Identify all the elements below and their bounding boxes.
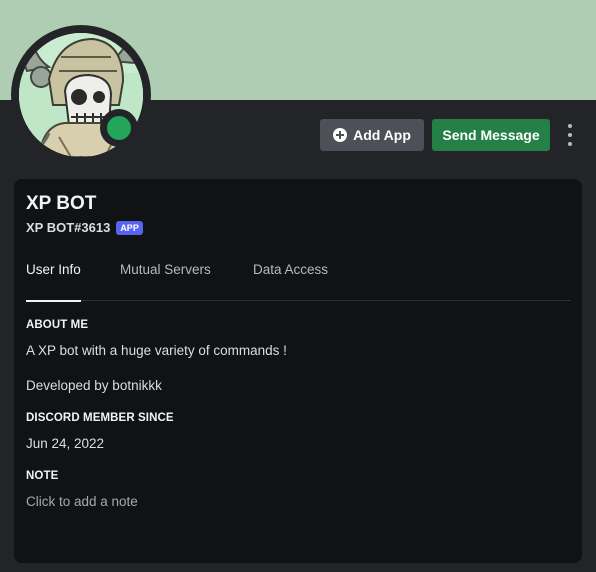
note-input[interactable]: Click to add a note [26, 494, 138, 509]
send-message-button[interactable]: Send Message [432, 119, 550, 151]
send-message-label: Send Message [442, 127, 540, 143]
tab-mutual-servers[interactable]: Mutual Servers [120, 262, 211, 301]
tab-user-info[interactable]: User Info [26, 262, 81, 302]
note-heading: NOTE [26, 470, 59, 482]
app-badge: APP [116, 220, 143, 235]
tab-data-access[interactable]: Data Access [253, 262, 328, 301]
more-options-icon[interactable] [560, 124, 580, 146]
display-name: XP BOT [26, 193, 97, 214]
about-me-heading: ABOUT ME [26, 319, 89, 331]
add-app-button[interactable]: Add App [320, 119, 424, 151]
profile-tabs: User Info Mutual Servers Data Access [26, 262, 571, 302]
about-me-line-2: Developed by botnikkk [26, 378, 162, 393]
member-since-date: Jun 24, 2022 [26, 436, 105, 451]
profile-card: XP BOT XP BOT#3613 APP User Info Mutual … [14, 179, 582, 563]
dot [568, 124, 572, 128]
username-row: XP BOT#3613 APP [26, 220, 143, 235]
about-me-line-1: A XP bot with a huge variety of commands… [26, 343, 287, 358]
dot [568, 142, 572, 146]
status-indicator [100, 109, 138, 147]
dot [568, 133, 572, 137]
username: XP BOT#3613 [26, 220, 111, 235]
avatar-frame [11, 25, 151, 165]
online-status-dot [107, 116, 131, 140]
member-since-heading: DISCORD MEMBER SINCE [26, 412, 174, 424]
add-app-label: Add App [353, 127, 411, 143]
plus-circle-icon [333, 128, 348, 142]
